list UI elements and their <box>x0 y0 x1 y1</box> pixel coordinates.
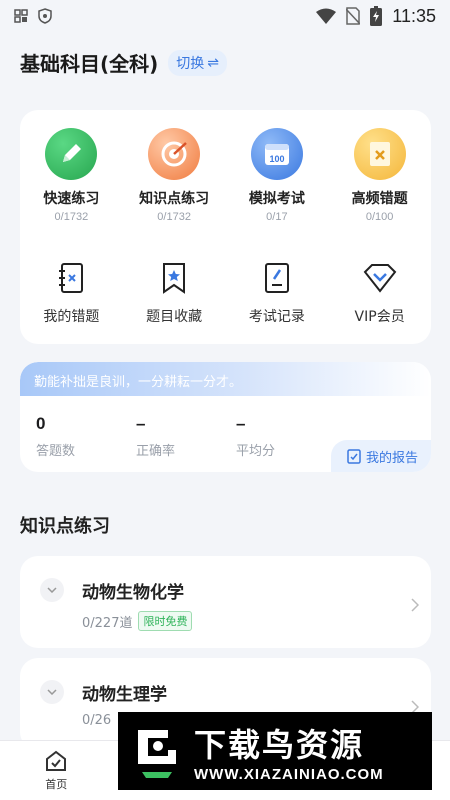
my-report-button[interactable]: 我的报告 <box>331 440 431 472</box>
practice-row: 快速练习 0/1732 知识点练习 0/1732 100 模拟考试 0/17 高… <box>20 128 431 223</box>
answered-label: 答题数 <box>36 444 76 459</box>
practice-card: 快速练习 0/1732 知识点练习 0/1732 100 模拟考试 0/17 高… <box>20 110 431 344</box>
calendar-icon: 100 <box>250 128 303 180</box>
shield-icon <box>38 8 52 24</box>
vip-diamond-icon <box>362 260 398 296</box>
accuracy-stat: – 正确率 <box>136 414 175 459</box>
bookmark-star-icon <box>156 260 192 296</box>
section-title: 知识点练习 <box>20 516 110 537</box>
switch-label: 切换 <box>176 55 205 72</box>
wifi-icon <box>316 8 337 24</box>
mock-exam-count: 0/17 <box>266 211 288 223</box>
favorites-button[interactable]: 题目收藏 <box>123 260 226 326</box>
average-stat: – 平均分 <box>236 414 275 459</box>
subject-name: 动物生理学 <box>82 685 167 705</box>
tools-row: 我的错题 题目收藏 考试记录 VIP会员 <box>20 260 431 326</box>
clock: 11:35 <box>392 5 436 26</box>
mock-exam-label: 模拟考试 <box>248 191 305 207</box>
answered-value: 0 <box>36 414 46 433</box>
average-label: 平均分 <box>236 444 276 459</box>
expand-chevron-icon[interactable] <box>40 680 64 704</box>
free-badge: 限时免费 <box>138 611 193 631</box>
exam-records-label: 考试记录 <box>248 309 305 325</box>
battery-charging-icon <box>370 6 383 26</box>
motto-banner: 勤能补拙是良训，一分耕耘一分才。 <box>20 362 431 396</box>
watermark-text: 下载鸟资源 WWW.XIAZAINIAO.COM <box>194 720 384 783</box>
watermark: 下载鸟资源 WWW.XIAZAINIAO.COM <box>118 712 432 790</box>
stats-card: 勤能补拙是良训，一分耕耘一分才。 0 答题数 – 正确率 – 平均分 我的报告 <box>20 362 431 472</box>
accuracy-value: – <box>136 414 146 433</box>
subject-progress-text: 0/26 <box>82 713 112 728</box>
favorites-label: 题目收藏 <box>146 309 203 325</box>
chevron-right-icon <box>411 598 419 612</box>
my-mistakes-label: 我的错题 <box>43 309 100 325</box>
frequent-mistakes-button[interactable]: 高频错题 0/100 <box>328 128 431 223</box>
my-report-label: 我的报告 <box>366 450 419 466</box>
subject-progress: 0/227道 限时免费 <box>82 611 193 631</box>
my-mistakes-button[interactable]: 我的错题 <box>20 260 123 326</box>
status-bar: 11:35 <box>0 0 450 32</box>
subject-name: 动物生物化学 <box>82 583 184 603</box>
quick-practice-label: 快速练习 <box>43 191 100 207</box>
average-value: – <box>236 414 246 433</box>
nav-home-label: 首页 <box>45 778 68 791</box>
header: 基础科目(全科) 切换 ⇌ <box>20 48 228 77</box>
knowledge-practice-label: 知识点练习 <box>139 191 210 207</box>
mock-exam-button[interactable]: 100 模拟考试 0/17 <box>226 128 329 223</box>
switch-arrows-icon: ⇌ <box>207 54 220 71</box>
subject-card[interactable]: 动物生物化学 0/227道 限时免费 <box>20 556 431 648</box>
nav-home[interactable]: 首页 <box>0 741 113 800</box>
quick-practice-count: 0/1732 <box>54 211 89 223</box>
watermark-title: 下载鸟资源 <box>194 725 365 764</box>
expand-chevron-icon[interactable] <box>40 578 64 602</box>
svg-text:100: 100 <box>269 154 284 164</box>
frequent-mistakes-count: 0/100 <box>365 211 394 223</box>
exam-record-icon <box>259 260 295 296</box>
switch-subject-button[interactable]: 切换 ⇌ <box>168 49 228 76</box>
vip-member-label: VIP会员 <box>354 309 405 325</box>
subject-progress-text: 0/227道 <box>82 615 133 631</box>
watermark-url: WWW.XIAZAINIAO.COM <box>194 765 384 783</box>
knowledge-practice-button[interactable]: 知识点练习 0/1732 <box>123 128 226 223</box>
quick-practice-button[interactable]: 快速练习 0/1732 <box>20 128 123 223</box>
app-grid-icon <box>14 9 28 23</box>
report-clipboard-icon <box>347 449 361 464</box>
pencil-icon <box>45 128 98 180</box>
frequent-mistakes-label: 高频错题 <box>351 191 408 207</box>
bird-logo-icon <box>138 730 176 778</box>
accuracy-label: 正确率 <box>136 444 176 459</box>
exam-records-button[interactable]: 考试记录 <box>226 260 329 326</box>
answered-stat: 0 答题数 <box>36 414 75 459</box>
knowledge-practice-count: 0/1732 <box>157 211 191 223</box>
vip-member-button[interactable]: VIP会员 <box>328 260 431 326</box>
home-icon <box>46 750 67 771</box>
wrong-doc-icon <box>353 128 406 180</box>
mistake-book-icon <box>53 260 89 296</box>
page-title: 基础科目(全科) <box>20 52 159 76</box>
no-sim-icon <box>346 7 361 25</box>
subject-progress: 0/26 <box>82 713 111 728</box>
target-icon <box>148 128 201 180</box>
